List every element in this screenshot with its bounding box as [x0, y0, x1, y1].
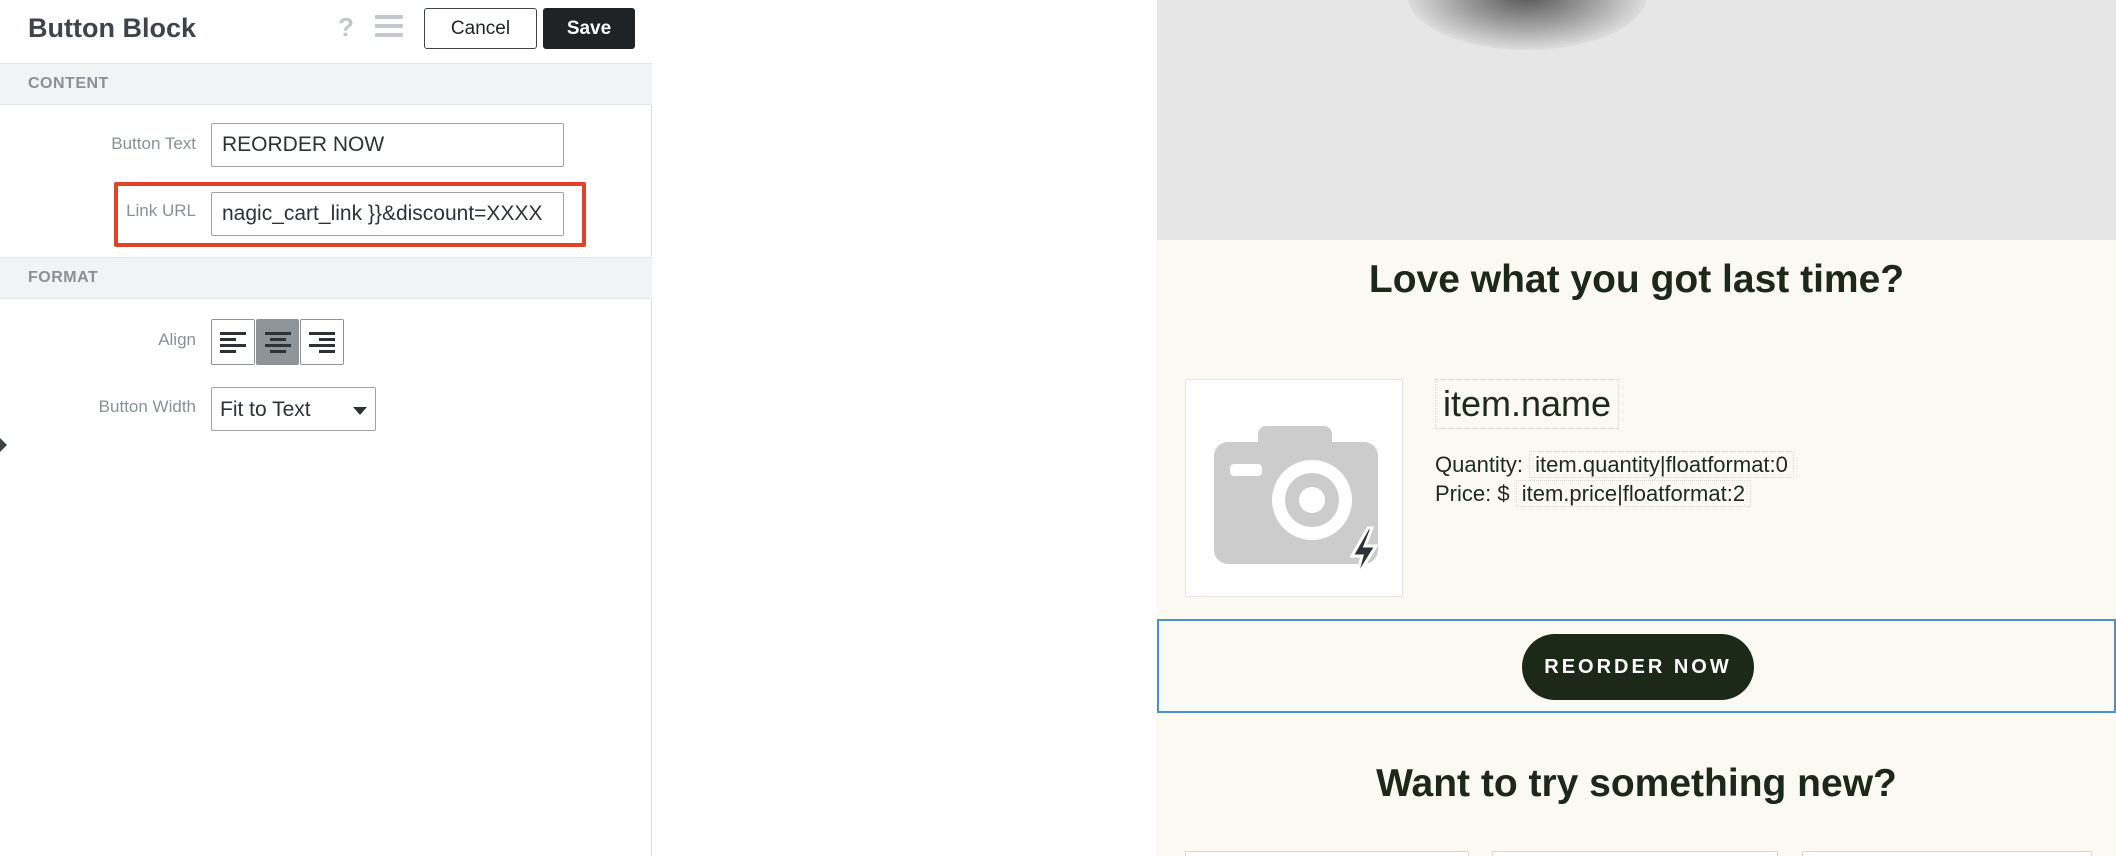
- help-icon[interactable]: ?: [335, 12, 357, 42]
- format-section-header: FORMAT: [0, 257, 652, 299]
- email-preview: Love what you got last time? item.name Q…: [1157, 0, 2116, 856]
- button-width-label: Button Width: [98, 397, 196, 416]
- product-image-placeholder[interactable]: [1185, 379, 1403, 597]
- link-url-input[interactable]: nagic_cart_link }}&discount=XXXX: [211, 192, 564, 236]
- link-url-label: Link URL: [126, 201, 196, 220]
- item-name[interactable]: item.name: [1435, 379, 1620, 429]
- camera-icon: [1214, 426, 1379, 579]
- product-card[interactable]: [1802, 851, 2092, 856]
- align-right-button[interactable]: [300, 319, 345, 365]
- align-center-icon: [264, 332, 291, 353]
- save-button[interactable]: Save: [543, 8, 635, 49]
- editor-header: Button Block ? Cancel Save: [0, 0, 652, 63]
- content-section-title: CONTENT: [28, 75, 109, 92]
- try-something-new-heading: Want to try something new?: [1376, 762, 1897, 805]
- hamburger-menu-icon[interactable]: [375, 15, 403, 39]
- align-button-group: [211, 319, 345, 365]
- product-card[interactable]: [1492, 851, 1778, 856]
- editor-title: Button Block: [28, 13, 196, 43]
- quantity-label: Quantity:: [1435, 452, 1524, 477]
- align-label: Align: [158, 330, 196, 349]
- quantity-line: Quantity: item.quantity|floatformat:0: [1435, 451, 1794, 478]
- price-label: Price: $: [1435, 481, 1510, 506]
- reorder-now-button[interactable]: REORDER NOW: [1522, 634, 1754, 700]
- selected-button-block[interactable]: REORDER NOW: [1157, 619, 2116, 713]
- button-width-select[interactable]: Fit to Text: [211, 387, 376, 431]
- button-block-editor: Button Block ? Cancel Save CONTENT Butto…: [0, 0, 652, 856]
- price-value[interactable]: item.price|floatformat:2: [1515, 480, 1752, 507]
- align-center-button[interactable]: [255, 319, 300, 365]
- cancel-button[interactable]: Cancel: [424, 8, 537, 49]
- link-url-value: nagic_cart_link }}&discount=XXXX: [222, 202, 543, 225]
- button-width-value: Fit to Text: [220, 398, 311, 421]
- price-line: Price: $ item.price|floatformat:2: [1435, 480, 1752, 507]
- product-card[interactable]: [1185, 851, 1469, 856]
- align-left-button[interactable]: [211, 319, 255, 365]
- hero-image-shadow: [1407, 0, 1647, 50]
- hero-image: [1157, 0, 2116, 240]
- reorder-heading: Love what you got last time?: [1368, 258, 1905, 301]
- button-text-input[interactable]: REORDER NOW: [211, 123, 564, 167]
- content-section-header: CONTENT: [0, 63, 652, 105]
- collapse-arrow-icon[interactable]: [0, 438, 7, 452]
- button-text-label: Button Text: [111, 134, 196, 153]
- align-left-icon: [219, 332, 246, 353]
- chevron-down-icon: [353, 407, 367, 415]
- align-right-icon: [309, 332, 336, 353]
- format-section-title: FORMAT: [28, 269, 99, 286]
- quantity-value[interactable]: item.quantity|floatformat:0: [1529, 451, 1794, 478]
